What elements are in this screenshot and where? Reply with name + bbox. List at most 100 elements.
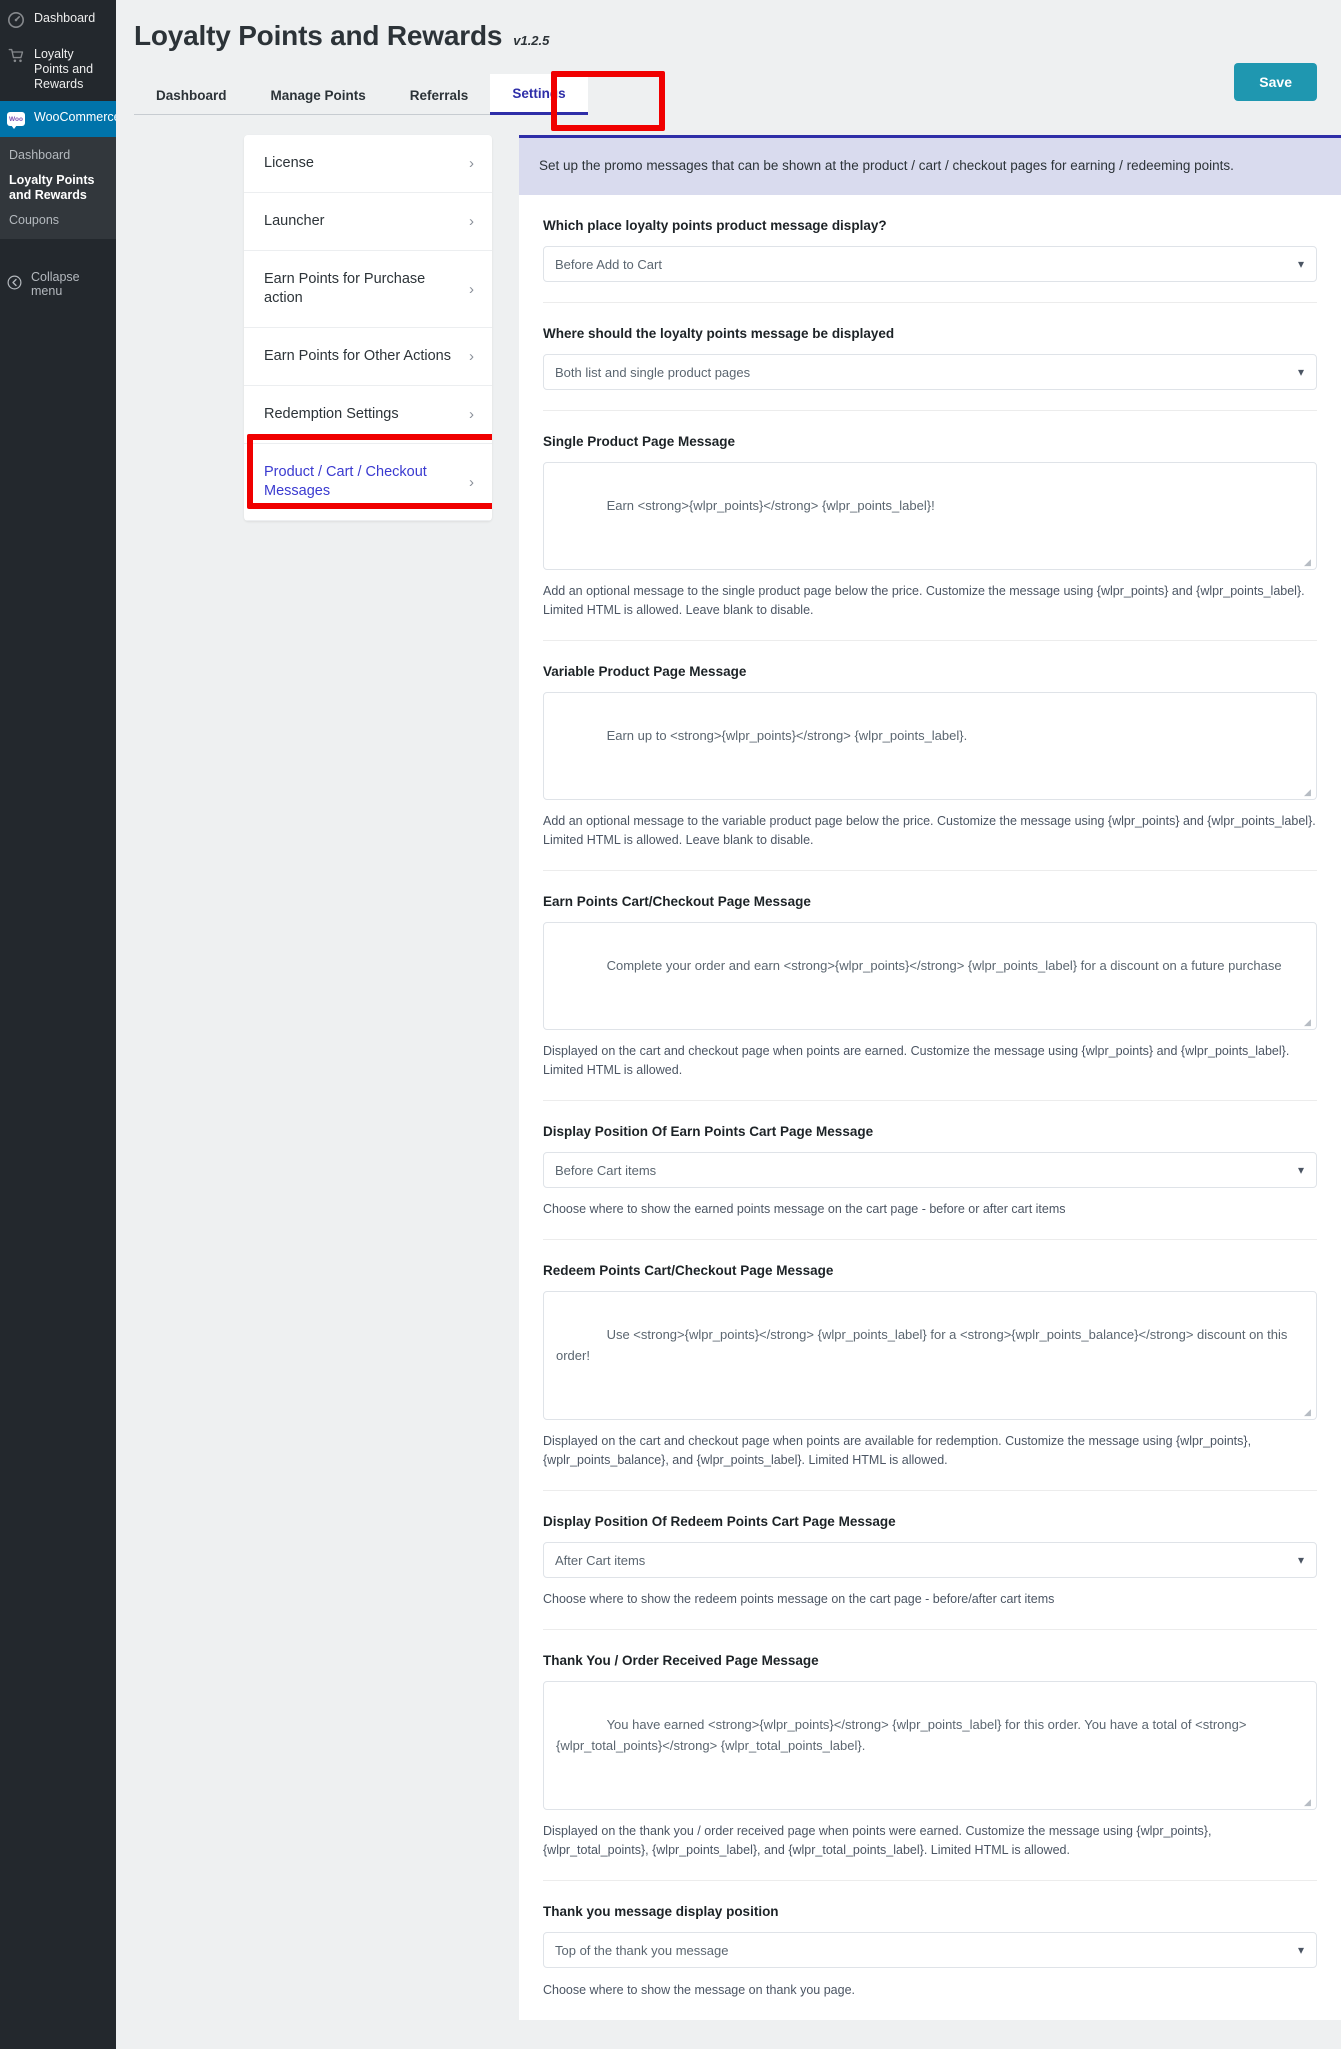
tab-label: Manage Points [270, 88, 366, 103]
select-value: Both list and single product pages [555, 364, 751, 380]
submenu-item-coupons[interactable]: Coupons [0, 208, 116, 233]
chevron-right-icon: › [469, 406, 474, 423]
field-label: Variable Product Page Message [543, 664, 747, 679]
chevron-right-icon: › [469, 280, 474, 298]
field-redeem-points-cart-message: Redeem Points Cart/Checkout Page Message… [543, 1240, 1317, 1491]
earn-points-position-select[interactable]: Before Cart items ▾ [543, 1152, 1317, 1188]
field-help-text: Choose where to show the earned points m… [543, 1202, 1066, 1216]
collapse-arrow-icon [7, 275, 22, 293]
chevron-down-icon: ▾ [1297, 1163, 1304, 1177]
field-single-product-message: Single Product Page Message Earn <strong… [543, 411, 1317, 641]
submenu-item-label: Coupons [9, 213, 60, 227]
wp-submenu: Dashboard Loyalty Points and Rewards Cou… [0, 137, 116, 239]
sidebar-item-dashboard[interactable]: Dashboard [0, 2, 116, 38]
chevron-down-icon: ▾ [1297, 1943, 1304, 1957]
field-help-text: Displayed on the cart and checkout page … [543, 1044, 1290, 1077]
version-label: v1.2.5 [513, 33, 550, 48]
select-value: Before Cart items [555, 1162, 657, 1178]
thank-you-position-select[interactable]: Top of the thank you message ▾ [543, 1932, 1317, 1968]
message-display-where-select[interactable]: Both list and single product pages ▾ [543, 354, 1317, 390]
chevron-right-icon: › [469, 155, 474, 172]
field-earn-points-cart-message: Earn Points Cart/Checkout Page Message C… [543, 871, 1317, 1101]
collapse-menu-button[interactable]: Collapse menu [0, 258, 116, 310]
variable-product-message-textarea[interactable]: Earn up to <strong>{wlpr_points}</strong… [543, 692, 1317, 800]
product-message-place-select[interactable]: Before Add to Cart ▾ [543, 246, 1317, 282]
tab-bar: Dashboard Manage Points Referrals Settin… [116, 74, 1341, 115]
field-product-message-place: Which place loyalty points product messa… [543, 195, 1317, 303]
tab-dashboard[interactable]: Dashboard [134, 76, 249, 115]
settings-menu-item-launcher[interactable]: Launcher › [244, 193, 492, 251]
save-button-row: Save [1234, 63, 1317, 101]
field-thank-you-position: Thank you message display position Top o… [543, 1881, 1317, 2020]
field-help-text: Add an optional message to the single pr… [543, 584, 1305, 617]
textarea-value: You have earned <strong>{wlpr_points}</s… [556, 1717, 1247, 1753]
settings-menu-item-product-cart-checkout-messages[interactable]: Product / Cart / Checkout Messages › [244, 444, 492, 521]
chevron-down-icon: ▾ [1297, 257, 1304, 271]
textarea-value: Use <strong>{wlpr_points}</strong> {wlpr… [556, 1327, 1291, 1363]
field-label: Where should the loyalty points message … [543, 326, 895, 341]
resize-grip-icon[interactable]: ◢ [1304, 558, 1313, 567]
tab-label: Referrals [409, 88, 469, 103]
settings-menu-item-license[interactable]: License › [244, 135, 492, 193]
tab-label: Dashboard [156, 88, 227, 103]
settings-menu-item-earn-points-other[interactable]: Earn Points for Other Actions › [244, 328, 492, 386]
textarea-value: Earn up to <strong>{wlpr_points}</strong… [606, 728, 968, 743]
field-redeem-points-position: Display Position Of Redeem Points Cart P… [543, 1491, 1317, 1630]
submenu-item-dashboard[interactable]: Dashboard [0, 143, 116, 168]
chevron-down-icon: ▾ [1297, 365, 1304, 379]
resize-grip-icon[interactable]: ◢ [1304, 1018, 1313, 1027]
chevron-right-icon: › [469, 213, 474, 230]
chevron-right-icon: › [469, 348, 474, 365]
sidebar-item-label: Loyalty Points and Rewards [34, 47, 94, 91]
textarea-value: Earn <strong>{wlpr_points}</strong> {wlp… [606, 498, 935, 513]
select-value: Top of the thank you message [555, 1942, 729, 1958]
tab-manage-points[interactable]: Manage Points [248, 76, 388, 115]
field-label: Redeem Points Cart/Checkout Page Message [543, 1263, 834, 1278]
field-label: Earn Points Cart/Checkout Page Message [543, 894, 811, 909]
redeem-points-position-select[interactable]: After Cart items ▾ [543, 1542, 1317, 1578]
page-title: Loyalty Points and Rewards [134, 20, 503, 51]
single-product-message-textarea[interactable]: Earn <strong>{wlpr_points}</strong> {wlp… [543, 462, 1317, 570]
settings-menu-item-earn-points-purchase[interactable]: Earn Points for Purchase action › [244, 251, 492, 328]
resize-grip-icon[interactable]: ◢ [1304, 1798, 1313, 1807]
sidebar-item-label: Dashboard [34, 11, 96, 25]
tab-settings[interactable]: Settings [490, 74, 588, 115]
panel-description: Set up the promo messages that can be sh… [519, 135, 1341, 195]
admin-page: Dashboard Loyalty Points and Rewards Woo… [0, 0, 1341, 2049]
field-earn-points-position: Display Position Of Earn Points Cart Pag… [543, 1101, 1317, 1240]
field-label: Which place loyalty points product messa… [543, 218, 887, 233]
woo-icon: Woo [7, 110, 25, 129]
settings-panel: Save Set up the promo messages that can … [519, 63, 1341, 2020]
redeem-points-cart-message-textarea[interactable]: Use <strong>{wlpr_points}</strong> {wlpr… [543, 1291, 1317, 1420]
settings-menu-label: License [264, 155, 314, 171]
field-label: Thank You / Order Received Page Message [543, 1653, 819, 1668]
field-thank-you-message: Thank You / Order Received Page Message … [543, 1630, 1317, 1881]
select-value: Before Add to Cart [555, 256, 662, 272]
sidebar-item-loyalty-points[interactable]: Loyalty Points and Rewards [0, 38, 116, 101]
sidebar-item-woocommerce[interactable]: Woo WooCommerce [0, 101, 121, 137]
settings-menu-item-redemption-settings[interactable]: Redemption Settings › [244, 386, 492, 444]
field-help-text: Displayed on the thank you / order recei… [543, 1824, 1212, 1857]
field-message-display-where: Where should the loyalty points message … [543, 303, 1317, 411]
resize-grip-icon[interactable]: ◢ [1304, 788, 1313, 797]
field-help-text: Add an optional message to the variable … [543, 814, 1316, 847]
select-value: After Cart items [555, 1552, 646, 1568]
settings-menu-label: Redemption Settings [264, 406, 399, 422]
field-label: Display Position Of Redeem Points Cart P… [543, 1514, 896, 1529]
page-header: Loyalty Points and Rewards v1.2.5 [116, 0, 1341, 52]
tab-referrals[interactable]: Referrals [387, 76, 491, 115]
save-button[interactable]: Save [1234, 63, 1317, 101]
chevron-right-icon: › [469, 473, 474, 491]
submenu-item-label: Dashboard [9, 148, 71, 162]
submenu-item-label: Loyalty Points and Rewards [9, 173, 95, 202]
settings-content: License › Launcher › Earn Points for Pur… [116, 63, 1341, 2020]
settings-menu-label: Launcher [264, 213, 325, 229]
cart-icon [7, 47, 25, 65]
resize-grip-icon[interactable]: ◢ [1304, 1408, 1313, 1417]
chevron-down-icon: ▾ [1297, 1553, 1304, 1567]
submenu-item-loyalty-points-and-rewards[interactable]: Loyalty Points and Rewards [0, 168, 116, 208]
earn-points-cart-message-textarea[interactable]: Complete your order and earn <strong>{wl… [543, 922, 1317, 1030]
textarea-value: Complete your order and earn <strong>{wl… [606, 958, 1282, 973]
thank-you-message-textarea[interactable]: You have earned <strong>{wlpr_points}</s… [543, 1681, 1317, 1810]
field-label: Thank you message display position [543, 1904, 779, 1919]
